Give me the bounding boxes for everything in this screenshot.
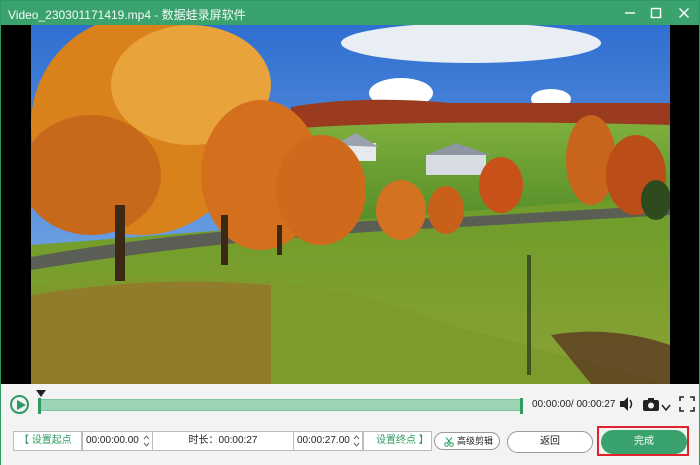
close-icon bbox=[679, 8, 689, 18]
play-icon bbox=[17, 400, 26, 410]
play-button[interactable] bbox=[10, 395, 29, 414]
minimize-button[interactable] bbox=[617, 1, 643, 25]
trim-end-handle[interactable] bbox=[520, 398, 523, 414]
chevron-down-icon[interactable] bbox=[661, 399, 671, 417]
duration-label: 时长：00:00:27 bbox=[153, 431, 293, 451]
trim-toolbar: 【 设置起点 00:00:00.00 时长：00:00:27 00:00:27.… bbox=[1, 426, 699, 456]
end-time-field[interactable]: 00:00:27.00 bbox=[293, 431, 363, 451]
trim-timeline[interactable] bbox=[38, 398, 523, 414]
playhead-marker[interactable] bbox=[36, 390, 46, 400]
scissors-icon bbox=[444, 437, 454, 447]
time-readout: 00:00:00/ 00:00:27 bbox=[532, 399, 616, 410]
end-time-value: 00:00:27.00 bbox=[297, 435, 350, 446]
video-frame[interactable] bbox=[31, 25, 670, 384]
start-time-value: 00:00:00.00 bbox=[86, 435, 139, 446]
set-end-button[interactable]: 设置终点 】 bbox=[363, 431, 432, 451]
volume-icon[interactable] bbox=[618, 395, 636, 413]
playback-controls: 00:00:00/ 00:00:27 【 设置起点 00:00:00.00 时长… bbox=[1, 384, 699, 465]
done-button[interactable]: 完成 bbox=[601, 430, 687, 454]
window-title: Video_230301171419.mp4 - 数据蛙录屏软件 bbox=[8, 8, 246, 22]
maximize-icon bbox=[650, 7, 662, 19]
stepper-icon[interactable] bbox=[353, 433, 360, 449]
fullscreen-icon[interactable] bbox=[679, 395, 695, 413]
maximize-button[interactable] bbox=[643, 1, 669, 25]
trim-start-handle[interactable] bbox=[38, 398, 41, 414]
title-bar: Video_230301171419.mp4 - 数据蛙录屏软件 bbox=[1, 1, 699, 25]
video-frame-image bbox=[31, 25, 670, 384]
stepper-icon[interactable] bbox=[143, 433, 150, 449]
video-preview-area[interactable] bbox=[1, 25, 699, 384]
set-start-button[interactable]: 【 设置起点 bbox=[13, 431, 82, 451]
start-time-field[interactable]: 00:00:00.00 bbox=[82, 431, 153, 451]
back-button[interactable]: 返回 bbox=[507, 431, 593, 453]
camera-icon[interactable] bbox=[642, 395, 660, 413]
advanced-edit-button[interactable]: 高级剪辑 bbox=[434, 432, 500, 450]
minimize-icon bbox=[625, 12, 635, 14]
app-window: Video_230301171419.mp4 - 数据蛙录屏软件 00:00:0… bbox=[0, 0, 700, 465]
advanced-edit-label: 高级剪辑 bbox=[457, 436, 494, 446]
close-button[interactable] bbox=[671, 1, 697, 25]
